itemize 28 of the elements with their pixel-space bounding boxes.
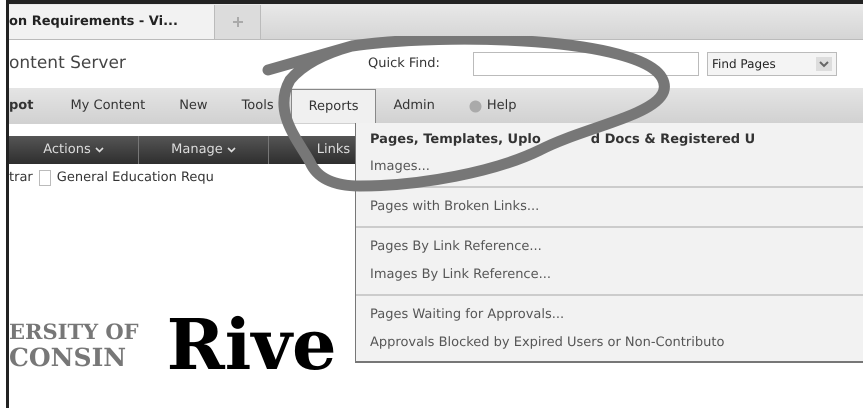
logo-title: Rive	[166, 310, 337, 380]
logo-subtitle: ERSITY OF	[9, 319, 139, 345]
chevron-down-icon	[816, 57, 832, 71]
breadcrumb-link[interactable]: trar	[9, 168, 33, 188]
menu-item[interactable]: Images By Link Reference...	[356, 261, 863, 289]
find-scope-select[interactable]: Find Pages	[707, 52, 837, 76]
nav-tab[interactable]: Reports	[290, 89, 376, 123]
toolbar-menu-button[interactable]: Manage	[139, 136, 269, 164]
menu-item[interactable]: Pages By Link Reference...	[356, 233, 863, 261]
help-icon	[468, 100, 482, 112]
browser-tab[interactable]: on Requirements - Vi...	[9, 5, 215, 39]
nav-tab[interactable]: pot	[9, 89, 54, 123]
nav-tab[interactable]: Admin	[376, 89, 452, 123]
app-title: ontent Server	[9, 52, 127, 76]
document-icon	[38, 170, 51, 186]
nav-tab[interactable]: Tools	[224, 89, 291, 123]
menu-item[interactable]: Pages with Broken Links...	[356, 193, 863, 221]
help-link[interactable]: Help	[452, 89, 534, 123]
plus-icon	[232, 16, 244, 28]
breadcrumb-link[interactable]: General Education Requ	[56, 168, 214, 188]
logo-subtitle: CONSIN	[9, 345, 128, 371]
menu-item[interactable]: Pages Waiting for Approvals...	[356, 301, 863, 329]
nav-tab[interactable]: New	[162, 89, 225, 123]
menu-item[interactable]: Approvals Blocked by Expired Users or Non-Contributo	[356, 329, 863, 357]
menu-heading[interactable]: d Docs & Registered U	[590, 130, 756, 150]
toolbar-menu-button[interactable]: Actions	[9, 136, 139, 164]
quick-find-label: Quick Find:	[368, 55, 441, 74]
nav-tab[interactable]: My Content	[53, 89, 162, 123]
